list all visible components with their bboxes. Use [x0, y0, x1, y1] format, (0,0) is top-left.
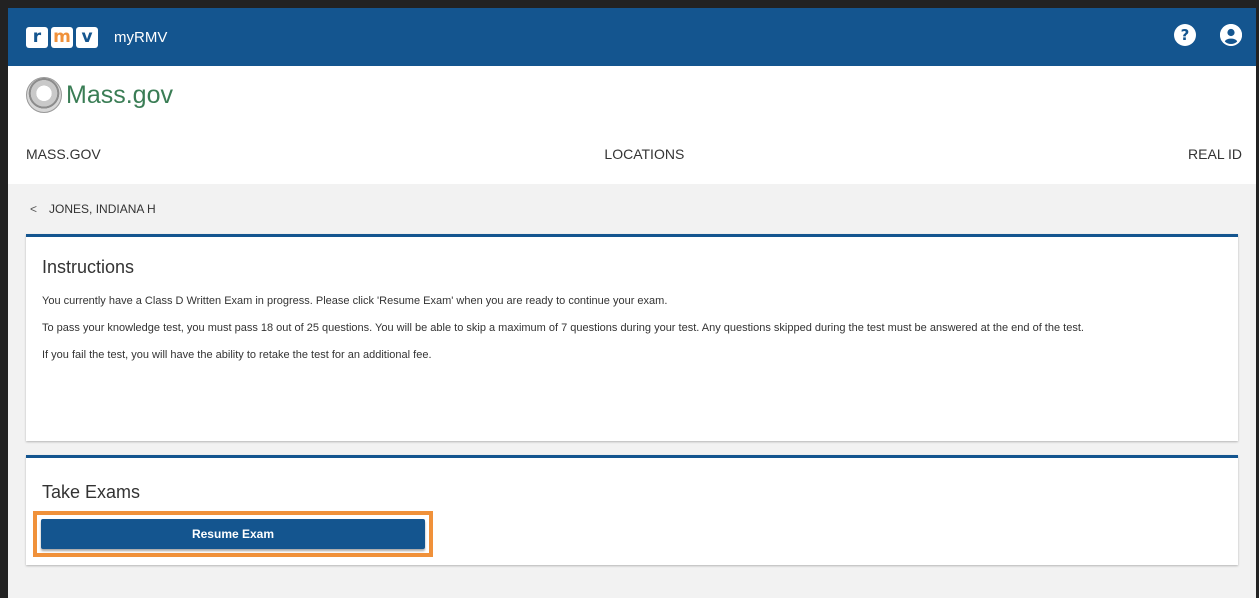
chevron-left-icon[interactable]: <: [30, 202, 37, 216]
instructions-card: Instructions You currently have a Class …: [26, 234, 1238, 441]
app-title: myRMV: [114, 28, 168, 46]
massgov-wordmark[interactable]: Mass.gov: [66, 81, 173, 110]
breadcrumb-label[interactable]: JONES, INDIANA H: [49, 202, 156, 216]
browser-frame: r m v myRMV ? Mass.gov MASS.GOV LOCATION…: [0, 0, 1259, 598]
instructions-paragraph-2: To pass your knowledge test, you must pa…: [42, 322, 1084, 334]
instructions-paragraph-1: You currently have a Class D Written Exa…: [42, 295, 668, 307]
nav-item-locations[interactable]: LOCATIONS: [604, 146, 684, 162]
massgov-header: Mass.gov: [8, 66, 1256, 124]
question-circle-icon[interactable]: ?: [1174, 24, 1196, 46]
massachusetts-seal-icon: [26, 77, 62, 113]
user-silhouette-icon: [1220, 24, 1242, 46]
take-exams-card: Take Exams Resume Exam: [26, 455, 1238, 565]
logo-letter-r: r: [26, 26, 48, 48]
logo-letter-m: m: [51, 26, 73, 48]
top-nav: MASS.GOV LOCATIONS REAL ID: [8, 124, 1256, 184]
rmv-logo[interactable]: r m v: [26, 26, 98, 48]
resume-exam-highlight: Resume Exam: [33, 511, 433, 557]
nav-item-massgov[interactable]: MASS.GOV: [26, 146, 101, 162]
logo-letter-v: v: [76, 26, 98, 48]
instructions-title: Instructions: [42, 257, 135, 277]
user-circle-icon[interactable]: [1220, 24, 1242, 46]
breadcrumb[interactable]: < JONES, INDIANA H: [26, 184, 1238, 234]
resume-exam-button[interactable]: Resume Exam: [41, 519, 425, 549]
nav-item-real-id[interactable]: REAL ID: [1188, 146, 1242, 162]
main-content: < JONES, INDIANA H Instructions You curr…: [8, 184, 1256, 598]
app-bar: r m v myRMV ?: [8, 8, 1256, 66]
take-exams-title: Take Exams: [42, 482, 141, 502]
instructions-paragraph-3: If you fail the test, you will have the …: [42, 349, 432, 361]
